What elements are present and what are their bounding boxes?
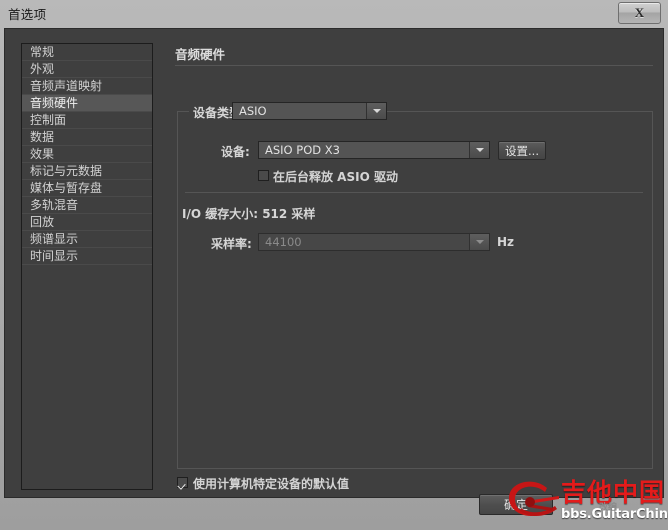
dialog-client-area: 常规 外观 音频声道映射 音频硬件 控制面 数据 效果 标记与元数据 媒体与暂存盘 多轨混音 回放频… bbox=[4, 28, 664, 498]
ok-button[interactable]: 确定 bbox=[479, 494, 553, 515]
ok-button-label: 确定 bbox=[503, 498, 528, 512]
device-settings-button[interactable]: 设置... bbox=[498, 141, 546, 160]
sidebar-item[interactable]: 频谱显示 bbox=[22, 231, 152, 248]
sidebar-item[interactable]: 多轨混音 bbox=[22, 197, 152, 214]
sample-rate-dropdown-button[interactable] bbox=[469, 234, 489, 250]
category-list[interactable]: 常规 外观 音频声道映射 音频硬件 控制面 数据 效果 标记与元数据 媒体与暂存盘 多轨混音 回放频… bbox=[21, 43, 153, 490]
group-border-top-left bbox=[177, 111, 189, 112]
io-buffer-size-text: I/O 缓存大小: 512 采样 bbox=[182, 207, 316, 221]
use-defaults-label: 使用计算机特定设备的默认值 bbox=[193, 477, 350, 491]
sidebar-item[interactable]: 外观 bbox=[22, 61, 152, 78]
device-type-value: ASIO bbox=[239, 104, 267, 118]
title-bar: 首选项 X bbox=[0, 0, 668, 26]
sidebar-item[interactable]: 控制面 bbox=[22, 112, 152, 129]
preferences-window: 首选项 X 常规 外观 音频声道映射 音频硬件 控制面 数据 效果 标记与元数据 媒体与暂存盘多… bbox=[0, 0, 668, 530]
sidebar-item[interactable]: 音频声道映射 bbox=[22, 78, 152, 95]
use-defaults-checkbox[interactable] bbox=[177, 477, 188, 488]
close-icon: X bbox=[634, 5, 645, 20]
sidebar-item[interactable]: 媒体与暂存盘 bbox=[22, 180, 152, 197]
group-divider bbox=[185, 192, 643, 193]
chevron-down-icon bbox=[475, 148, 484, 152]
watermark-sub: 改编 bbox=[599, 503, 618, 513]
chevron-down-icon bbox=[475, 240, 484, 244]
sidebar-item[interactable]: 效果 bbox=[22, 146, 152, 163]
device-type-dropdown[interactable]: ASIO bbox=[232, 102, 387, 120]
window-title: 首选项 bbox=[8, 7, 47, 22]
page-title: 音频硬件 bbox=[175, 47, 226, 62]
sample-rate-label: 采样率: bbox=[211, 237, 252, 251]
audio-hardware-group bbox=[177, 111, 653, 469]
release-asio-checkbox[interactable] bbox=[258, 170, 269, 181]
sidebar-item[interactable]: 音频硬件 bbox=[22, 95, 152, 112]
close-button[interactable]: X bbox=[618, 2, 661, 24]
device-label: 设备: bbox=[221, 145, 250, 159]
sample-rate-unit: Hz bbox=[497, 235, 515, 249]
device-settings-label: 设置... bbox=[505, 144, 539, 158]
sample-rate-dropdown[interactable]: 44100 bbox=[258, 233, 490, 251]
sidebar-item[interactable]: 数据 bbox=[22, 129, 152, 146]
release-asio-label: 在后台释放 ASIO 驱动 bbox=[273, 170, 398, 184]
sample-rate-value: 44100 bbox=[265, 235, 302, 249]
device-dropdown[interactable]: ASIO POD X3 bbox=[258, 141, 490, 159]
page-title-rule bbox=[175, 65, 653, 66]
sidebar-item[interactable]: 回放 bbox=[22, 214, 152, 231]
device-value: ASIO POD X3 bbox=[265, 143, 340, 157]
chevron-down-icon bbox=[372, 109, 381, 113]
sidebar-item[interactable]: 时间显示 bbox=[22, 248, 152, 265]
group-border-top-right bbox=[383, 111, 653, 112]
sidebar-item[interactable]: 标记与元数据 bbox=[22, 163, 152, 180]
device-type-dropdown-button[interactable] bbox=[366, 103, 386, 119]
watermark-url: bbs.GuitarChina.com bbox=[561, 507, 668, 522]
sidebar-item[interactable]: 常规 bbox=[22, 44, 152, 61]
device-dropdown-button[interactable] bbox=[469, 142, 489, 158]
